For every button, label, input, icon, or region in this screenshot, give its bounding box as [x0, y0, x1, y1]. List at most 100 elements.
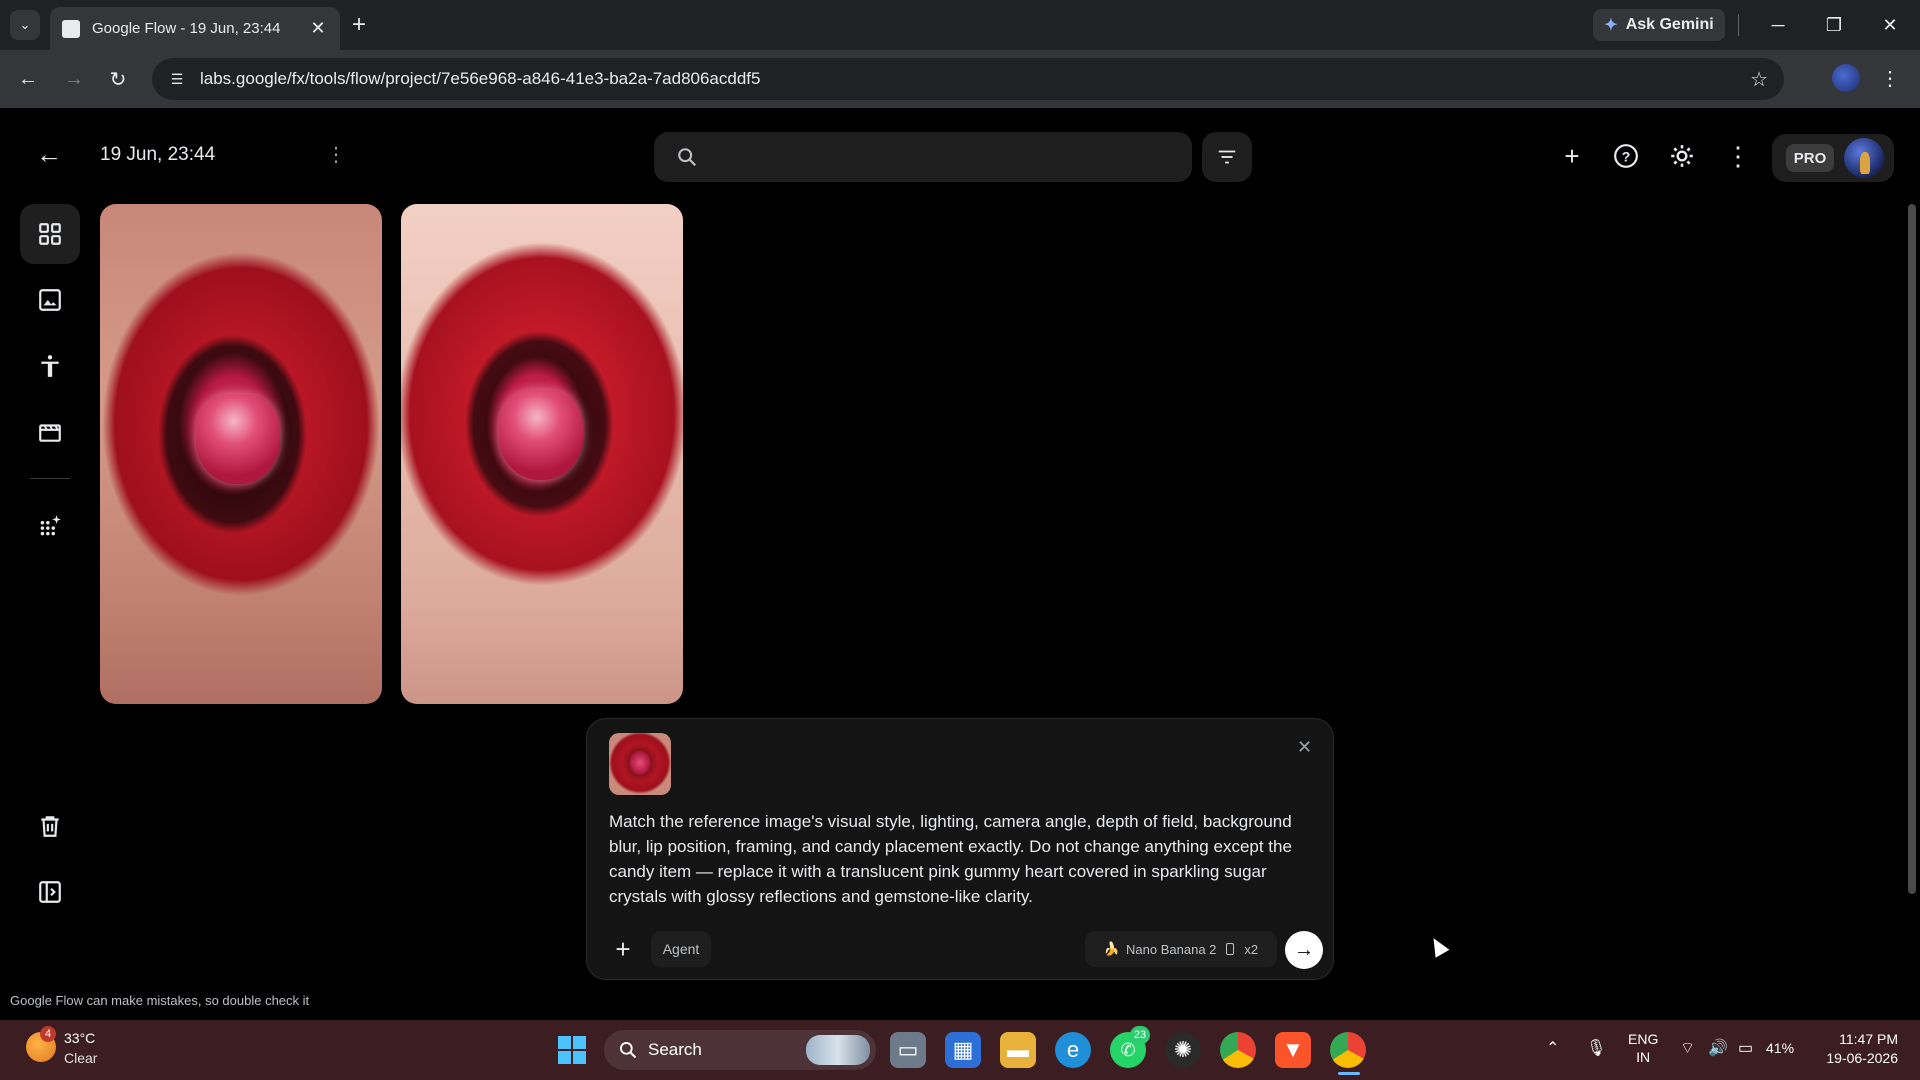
- chrome-active-icon[interactable]: [1330, 1032, 1366, 1068]
- reload-icon[interactable]: ↻: [104, 65, 132, 93]
- grid-icon: [39, 223, 61, 245]
- whatsapp-icon[interactable]: ✆ 23: [1110, 1026, 1150, 1068]
- search-box[interactable]: [654, 132, 1192, 182]
- microphone-icon[interactable]: 🎙: [1586, 1038, 1606, 1058]
- agent-toggle[interactable]: Agent: [651, 931, 711, 967]
- image-icon: [39, 289, 61, 311]
- sidebar-item-characters[interactable]: [20, 336, 80, 396]
- search-icon: [620, 1042, 637, 1059]
- clapperboard-icon: [39, 424, 61, 442]
- sidebar-item-panel[interactable]: [20, 862, 80, 922]
- browser-tab-bar: ⌄ Google Flow - 19 Jun, 23:44 ✕ + ✦ Ask …: [0, 0, 1920, 50]
- sidebar-item-grid[interactable]: [20, 204, 80, 264]
- close-icon[interactable]: ✕: [1297, 737, 1312, 758]
- avatar[interactable]: [1844, 138, 1884, 178]
- gemini-star-icon: ✦: [1604, 17, 1618, 34]
- add-attachment-button[interactable]: +: [607, 933, 639, 965]
- generated-image-1[interactable]: [100, 204, 382, 704]
- taskbar-search[interactable]: Search: [604, 1030, 876, 1070]
- sidebar-item-tools[interactable]: [20, 496, 80, 556]
- whatsapp-badge: 23: [1130, 1026, 1150, 1044]
- task-view-icon[interactable]: ▭: [890, 1032, 926, 1068]
- tab-close-icon[interactable]: ✕: [308, 18, 328, 39]
- model-selector[interactable]: 🍌 Nano Banana 2 x2: [1085, 931, 1277, 967]
- site-info-icon[interactable]: ☰: [164, 66, 190, 92]
- candy-gem: [196, 394, 280, 484]
- generated-image-2[interactable]: [401, 204, 683, 704]
- new-tab-button[interactable]: +: [352, 12, 366, 38]
- tab-title: Google Flow - 19 Jun, 23:44: [92, 20, 281, 37]
- weather-badge: 4: [40, 1026, 56, 1042]
- account-chip[interactable]: PRO: [1772, 134, 1894, 182]
- sidebar-item-images[interactable]: [20, 270, 80, 330]
- filter-icon: [1218, 150, 1236, 164]
- candy-gem: [499, 390, 583, 480]
- active-tab[interactable]: Google Flow - 19 Jun, 23:44 ✕: [50, 7, 340, 50]
- scrollbar-thumb[interactable]: [1908, 204, 1916, 894]
- omnibox[interactable]: ☰ labs.google/fx/tools/flow/project/7e56…: [152, 58, 1784, 100]
- project-menu-icon[interactable]: ⋮: [326, 142, 346, 167]
- scrollbar[interactable]: [1908, 204, 1916, 894]
- windows-taskbar: 4 33°C Clear Search ▭ ▦ ▬ e ✆ 23 ✺ ▼ ⌃ 🎙…: [0, 1020, 1920, 1080]
- start-button[interactable]: [554, 1032, 590, 1068]
- edge-icon[interactable]: e: [1055, 1032, 1091, 1068]
- prompt-composer: ✕ Match the reference image's visual sty…: [586, 718, 1334, 980]
- ask-gemini-label: Ask Gemini: [1625, 16, 1714, 33]
- app-header: ← 19 Jun, 23:44 ⋮ + ? ⋮ PRO: [0, 108, 1920, 204]
- filter-button[interactable]: [1202, 132, 1252, 182]
- disclaimer-text: Google Flow can make mistakes, so double…: [10, 993, 310, 1008]
- pro-badge: PRO: [1786, 144, 1834, 172]
- banana-icon: 🍌: [1103, 941, 1121, 956]
- send-button[interactable]: →: [1285, 931, 1323, 969]
- language-indicator[interactable]: ENG IN: [1628, 1030, 1658, 1066]
- windows-logo-icon: [558, 1036, 586, 1064]
- prompt-input[interactable]: Match the reference image's visual style…: [609, 809, 1309, 909]
- close-window-button[interactable]: ✕: [1870, 10, 1910, 40]
- store-icon[interactable]: ▦: [945, 1032, 981, 1068]
- sidebar-item-scenes[interactable]: [20, 402, 80, 462]
- sidebar-divider: [30, 478, 70, 479]
- svg-text:?: ?: [1622, 148, 1631, 164]
- sidebar-item-trash[interactable]: [20, 796, 80, 856]
- region-code: IN: [1636, 1049, 1651, 1065]
- browser-menu-icon[interactable]: ⋮: [1880, 66, 1900, 91]
- weather-condition[interactable]: Clear: [64, 1050, 97, 1066]
- browser-profile-avatar[interactable]: [1832, 64, 1860, 92]
- file-explorer-icon[interactable]: ▬: [1000, 1032, 1036, 1068]
- url-text[interactable]: labs.google/fx/tools/flow/project/7e56e9…: [200, 69, 760, 89]
- battery-icon[interactable]: ▭: [1738, 1038, 1753, 1058]
- back-arrow-icon[interactable]: ←: [36, 140, 64, 168]
- more-options-icon[interactable]: ⋮: [1720, 138, 1756, 174]
- address-bar-row: ← → ↻ ☰ labs.google/fx/tools/flow/projec…: [0, 50, 1920, 108]
- settings-gear-icon[interactable]: [1664, 138, 1700, 174]
- mouse-cursor: [1426, 934, 1450, 958]
- restore-button[interactable]: ❐: [1814, 10, 1854, 40]
- aspect-ratio-icon: [1226, 943, 1235, 955]
- tab-favicon-icon: [62, 19, 80, 38]
- ask-gemini-button[interactable]: ✦ Ask Gemini: [1593, 9, 1725, 41]
- search-input[interactable]: [712, 148, 1152, 166]
- add-icon[interactable]: +: [1554, 138, 1590, 174]
- tab-search-button[interactable]: ⌄: [10, 10, 40, 40]
- reference-image-thumbnail[interactable]: [609, 733, 671, 795]
- weather-temperature[interactable]: 33°C: [64, 1030, 95, 1046]
- chatgpt-icon[interactable]: ✺: [1165, 1032, 1201, 1068]
- clock-date: 19-06-2026: [1826, 1050, 1898, 1066]
- language-code: ENG: [1628, 1031, 1659, 1047]
- trash-icon: [41, 816, 59, 837]
- chrome-icon[interactable]: [1220, 1032, 1256, 1068]
- system-clock[interactable]: 11:47 PM 19-06-2026: [1816, 1030, 1898, 1068]
- help-icon[interactable]: ?: [1608, 138, 1644, 174]
- tray-chevron-icon[interactable]: ⌃: [1546, 1038, 1559, 1058]
- bookmark-star-icon[interactable]: ☆: [1750, 67, 1768, 92]
- clock-time: 11:47 PM: [1839, 1031, 1898, 1047]
- model-label: Nano Banana 2: [1126, 941, 1217, 957]
- forward-icon[interactable]: →: [60, 65, 88, 93]
- wifi-icon[interactable]: ⌔: [1680, 1038, 1695, 1058]
- minimize-button[interactable]: ─: [1758, 10, 1798, 40]
- volume-icon[interactable]: 🔊: [1708, 1038, 1728, 1058]
- search-icon: [678, 148, 697, 167]
- brave-icon[interactable]: ▼: [1275, 1032, 1311, 1068]
- battery-percentage: 41%: [1766, 1040, 1795, 1056]
- back-icon[interactable]: ←: [14, 65, 42, 93]
